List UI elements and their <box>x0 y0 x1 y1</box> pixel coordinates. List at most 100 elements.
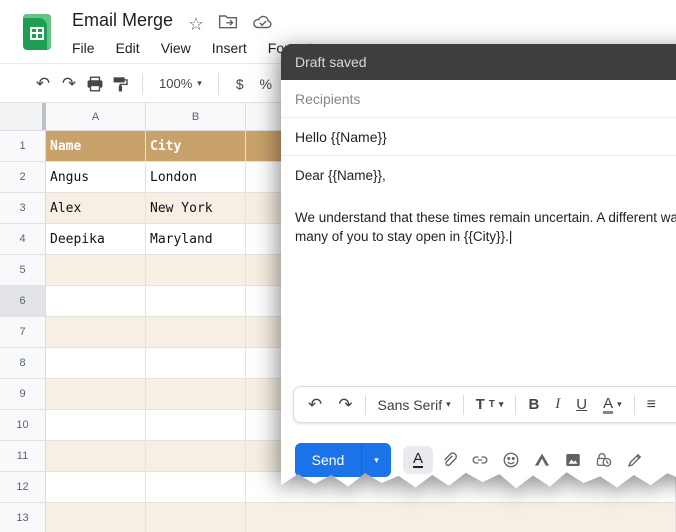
star-icon[interactable]: ☆ <box>188 15 204 33</box>
compose-header[interactable]: Draft saved <box>281 44 676 80</box>
send-label[interactable]: Send <box>295 443 361 477</box>
cell[interactable] <box>46 348 146 379</box>
screen: Email Merge ☆ File Edit View Insert Form… <box>0 0 676 532</box>
cell-a4[interactable]: Deepika <box>46 224 146 255</box>
row-number[interactable]: 10 <box>0 410 46 441</box>
row-number[interactable]: 2 <box>0 162 46 193</box>
send-button[interactable]: Send ▾ <box>295 443 391 477</box>
cell[interactable] <box>46 503 146 532</box>
currency-format-button[interactable]: $ <box>227 76 253 92</box>
undo-icon[interactable]: ↶ <box>300 396 330 413</box>
sheets-grid-glyph <box>30 27 44 40</box>
column-header-a[interactable]: A <box>46 103 146 130</box>
text-color-button[interactable]: A ▾ <box>595 396 630 414</box>
row-number[interactable]: 11 <box>0 441 46 472</box>
cell[interactable] <box>146 286 246 317</box>
insert-emoji-icon[interactable] <box>495 451 526 469</box>
menu-file[interactable]: File <box>72 40 95 56</box>
undo-icon[interactable]: ↶ <box>30 75 56 92</box>
menubar: File Edit View Insert Format <box>72 40 312 56</box>
align-button[interactable]: ≡ <box>639 396 663 414</box>
compose-window-shadow: Draft saved Recipients Hello {{Name}} De… <box>281 44 676 492</box>
formatting-options-button[interactable]: A <box>403 446 433 474</box>
chevron-down-icon: ▾ <box>498 399 504 409</box>
cell[interactable] <box>46 410 146 441</box>
cell[interactable] <box>146 441 246 472</box>
send-options-caret[interactable]: ▾ <box>361 443 391 477</box>
menu-edit[interactable]: Edit <box>116 40 140 56</box>
cell-b2[interactable]: London <box>146 162 246 193</box>
cell[interactable] <box>146 503 246 532</box>
drive-icon[interactable] <box>526 451 557 469</box>
cell[interactable] <box>146 317 246 348</box>
formatting-toolbar: ↶ ↷ Sans Serif ▾ TT ▾ B I U A ▾ ≡ <box>293 386 676 423</box>
zoom-selector[interactable]: 100% ▾ <box>151 76 210 91</box>
bold-button[interactable]: B <box>520 396 547 413</box>
attach-file-icon[interactable] <box>433 451 464 469</box>
column-header-b[interactable]: B <box>146 103 246 130</box>
subject-field[interactable]: Hello {{Name}} <box>281 119 676 156</box>
row-number-selected[interactable]: 6 <box>0 286 46 317</box>
insert-signature-icon[interactable] <box>619 451 650 469</box>
recipients-field[interactable]: Recipients <box>281 80 676 118</box>
cell[interactable] <box>246 503 676 532</box>
move-folder-icon[interactable] <box>218 12 238 35</box>
underline-button[interactable]: U <box>568 396 595 413</box>
chevron-down-icon: ▾ <box>446 399 451 409</box>
font-family-selector[interactable]: Sans Serif ▾ <box>370 397 459 413</box>
cell[interactable] <box>46 255 146 286</box>
confidential-mode-icon[interactable] <box>588 451 619 469</box>
cell-a1[interactable]: Name <box>46 131 146 162</box>
body-line-2: many of you to stay open in {{City}}.| <box>295 229 513 244</box>
compose-actions: Send ▾ A <box>295 443 650 477</box>
row-number[interactable]: 13 <box>0 503 46 532</box>
row-number[interactable]: 8 <box>0 348 46 379</box>
cell[interactable] <box>146 255 246 286</box>
cell[interactable] <box>146 379 246 410</box>
percent-format-button[interactable]: % <box>253 76 279 92</box>
row-number[interactable]: 3 <box>0 193 46 224</box>
cell[interactable] <box>146 410 246 441</box>
menu-insert[interactable]: Insert <box>212 40 247 56</box>
row-number[interactable]: 5 <box>0 255 46 286</box>
cell[interactable] <box>46 441 146 472</box>
cell[interactable] <box>146 348 246 379</box>
zoom-value: 100% <box>159 76 193 91</box>
draft-status: Draft saved <box>295 54 367 70</box>
cell-a3[interactable]: Alex <box>46 193 146 224</box>
cell-a2[interactable]: Angus <box>46 162 146 193</box>
paint-format-icon[interactable] <box>108 75 134 93</box>
row-number[interactable]: 9 <box>0 379 46 410</box>
redo-icon[interactable]: ↷ <box>330 396 360 413</box>
cell[interactable] <box>46 379 146 410</box>
redo-icon[interactable]: ↷ <box>56 75 82 92</box>
cell-b1[interactable]: City <box>146 131 246 162</box>
cell-b4[interactable]: Maryland <box>146 224 246 255</box>
cell[interactable] <box>46 472 146 503</box>
chevron-down-icon: ▾ <box>197 78 202 88</box>
cell[interactable] <box>46 317 146 348</box>
row-number[interactable]: 1 <box>0 131 46 162</box>
insert-link-icon[interactable] <box>464 451 495 469</box>
table-row: 13 <box>0 503 676 532</box>
row-number[interactable]: 12 <box>0 472 46 503</box>
row-number[interactable]: 4 <box>0 224 46 255</box>
insert-photo-icon[interactable] <box>557 451 588 469</box>
italic-button[interactable]: I <box>547 396 568 413</box>
message-body[interactable]: Dear {{Name}}, We understand that these … <box>281 156 676 246</box>
font-size-selector[interactable]: TT ▾ <box>468 396 512 413</box>
chevron-down-icon: ▾ <box>617 399 622 409</box>
print-icon[interactable] <box>82 75 108 93</box>
text-cursor: | <box>508 229 513 244</box>
select-all-corner[interactable] <box>0 103 46 130</box>
cloud-check-icon[interactable] <box>252 13 274 35</box>
cell-b3[interactable]: New York <box>146 193 246 224</box>
document-title[interactable]: Email Merge <box>72 10 173 31</box>
menu-view[interactable]: View <box>161 40 191 56</box>
body-salutation: Dear {{Name}}, <box>295 168 386 183</box>
cell[interactable] <box>46 286 146 317</box>
title-icons: ☆ <box>188 12 274 35</box>
row-number[interactable]: 7 <box>0 317 46 348</box>
cell[interactable] <box>146 472 246 503</box>
sheets-logo-icon[interactable] <box>23 14 51 50</box>
